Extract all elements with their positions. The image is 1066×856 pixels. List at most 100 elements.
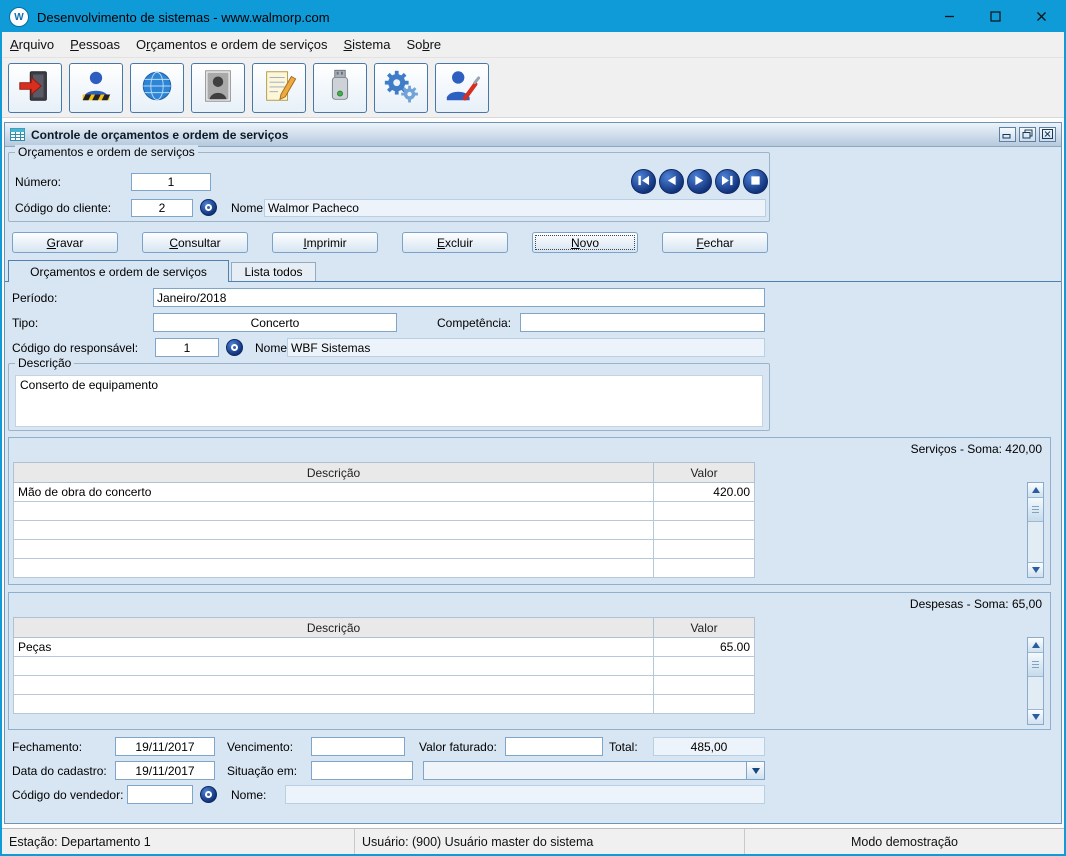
data-cadastro-input[interactable] bbox=[115, 761, 215, 780]
consultar-button[interactable]: Consultar bbox=[142, 232, 248, 253]
cliente-lookup-button[interactable] bbox=[200, 199, 217, 216]
nav-stop-button[interactable] bbox=[743, 169, 768, 194]
scroll-down-button[interactable] bbox=[1028, 562, 1043, 577]
menu-item-orcamentos[interactable]: Orçamentos e ordem de serviços bbox=[128, 32, 336, 57]
scroll-up-button[interactable] bbox=[1028, 483, 1043, 498]
chevron-down-icon bbox=[752, 768, 760, 774]
scroll-thumb[interactable] bbox=[1028, 653, 1043, 677]
servicos-row-empty[interactable] bbox=[14, 521, 755, 540]
despesas-scrollbar[interactable] bbox=[1027, 637, 1044, 725]
servicos-row-empty[interactable] bbox=[14, 502, 755, 521]
arrow-down-icon bbox=[1032, 567, 1040, 573]
nav-first-icon bbox=[632, 169, 655, 195]
minimize-icon bbox=[944, 10, 955, 25]
toolbar-exit-button[interactable] bbox=[8, 63, 62, 113]
scroll-down-button[interactable] bbox=[1028, 709, 1043, 724]
despesas-row[interactable]: Peças65.00 bbox=[14, 638, 755, 657]
gravar-button[interactable]: Gravar bbox=[12, 232, 118, 253]
servicos-scrollbar[interactable] bbox=[1027, 482, 1044, 578]
vendedor-codigo-input[interactable] bbox=[127, 785, 193, 804]
responsavel-nome-field bbox=[287, 338, 765, 357]
responsavel-codigo-input[interactable] bbox=[155, 338, 219, 357]
scroll-thumb[interactable] bbox=[1028, 498, 1043, 522]
cliente-nome-label: Nome: bbox=[231, 201, 266, 215]
maximize-button[interactable] bbox=[972, 2, 1018, 32]
orders-window-title: Controle de orçamentos e ordem de serviç… bbox=[31, 128, 288, 142]
iw-close-button[interactable] bbox=[1039, 127, 1056, 142]
cliente-codigo-input[interactable] bbox=[131, 199, 193, 217]
despesas-row-empty[interactable] bbox=[14, 657, 755, 676]
toolbar bbox=[2, 58, 1064, 118]
total-label: Total: bbox=[609, 740, 638, 754]
nav-previous-button[interactable] bbox=[659, 169, 684, 194]
arrow-up-icon bbox=[1032, 642, 1040, 648]
valor-faturado-input[interactable] bbox=[505, 737, 603, 756]
responsavel-lookup-button[interactable] bbox=[226, 339, 243, 356]
responsavel-label: Código do responsável: bbox=[12, 341, 138, 355]
situacao-combo-value[interactable] bbox=[424, 762, 746, 779]
iw-restore-icon bbox=[1022, 127, 1033, 142]
numero-label: Número: bbox=[15, 175, 61, 189]
tipo-input[interactable] bbox=[153, 313, 397, 332]
despesas-row-empty[interactable] bbox=[14, 695, 755, 714]
tabstrip: Orçamentos e ordem de serviços Lista tod… bbox=[5, 259, 1061, 282]
fechamento-input[interactable] bbox=[115, 737, 215, 756]
situacao-label: Situação em: bbox=[227, 764, 297, 778]
numero-input[interactable] bbox=[131, 173, 211, 191]
orders-window-titlebar: Controle de orçamentos e ordem de serviç… bbox=[5, 123, 1061, 147]
servicos-row[interactable]: Mão de obra do concerto420.00 bbox=[14, 483, 755, 502]
situacao-combobox[interactable] bbox=[423, 761, 765, 780]
nav-first-button[interactable] bbox=[631, 169, 656, 194]
menu-item-pessoas[interactable]: Pessoas bbox=[62, 32, 128, 57]
iw-minimize-button[interactable] bbox=[999, 127, 1016, 142]
periodo-input[interactable] bbox=[153, 288, 765, 307]
close-button[interactable] bbox=[1018, 2, 1064, 32]
situacao-dropdown-button[interactable] bbox=[746, 762, 764, 779]
descricao-textarea[interactable]: Conserto de equipamento bbox=[15, 375, 763, 427]
globe-icon bbox=[138, 67, 176, 108]
imprimir-button[interactable]: Imprimir bbox=[272, 232, 378, 253]
descricao-groupbox: Descrição Conserto de equipamento bbox=[8, 363, 770, 431]
toolbar-orders-button[interactable] bbox=[252, 63, 306, 113]
menu-item-sistema[interactable]: Sistema bbox=[335, 32, 398, 57]
toolbar-support-button[interactable] bbox=[435, 63, 489, 113]
window-controls bbox=[926, 2, 1064, 32]
servicos-table: Descrição Valor Mão de obra do concerto4… bbox=[13, 462, 755, 578]
iw-restore-button[interactable] bbox=[1019, 127, 1036, 142]
cliente-label: Código do cliente: bbox=[15, 201, 111, 215]
nav-last-button[interactable] bbox=[715, 169, 740, 194]
situacao-data-input[interactable] bbox=[311, 761, 413, 780]
despesas-row-empty[interactable] bbox=[14, 676, 755, 695]
toolbar-photo-button[interactable] bbox=[191, 63, 245, 113]
scroll-up-button[interactable] bbox=[1028, 638, 1043, 653]
nav-next-icon bbox=[688, 169, 711, 195]
toolbar-settings-button[interactable] bbox=[374, 63, 428, 113]
nav-next-button[interactable] bbox=[687, 169, 712, 194]
menu-item-sobre[interactable]: Sobre bbox=[398, 32, 449, 57]
worker-icon bbox=[77, 67, 115, 108]
descricao-legend: Descrição bbox=[15, 356, 74, 370]
fechar-button[interactable]: Fechar bbox=[662, 232, 768, 253]
servicos-row-empty[interactable] bbox=[14, 559, 755, 578]
titlebar: W Desenvolvimento de sistemas - www.walm… bbox=[2, 2, 1064, 32]
menu-item-arquivo[interactable]: Arquivo bbox=[2, 32, 62, 57]
toolbar-web-button[interactable] bbox=[130, 63, 184, 113]
competencia-input[interactable] bbox=[520, 313, 765, 332]
novo-button[interactable]: Novo bbox=[532, 232, 638, 253]
tab-lista-todos[interactable]: Lista todos bbox=[231, 262, 316, 281]
status-usuario: Usuário: (900) Usuário master do sistema bbox=[355, 829, 745, 854]
lookup-icon bbox=[205, 791, 212, 798]
minimize-button[interactable] bbox=[926, 2, 972, 32]
orders-window-controls bbox=[999, 127, 1056, 142]
excluir-button[interactable]: Excluir bbox=[402, 232, 508, 253]
vencimento-input[interactable] bbox=[311, 737, 405, 756]
servicos-panel: Serviços - Soma: 420,00 Descrição Valor … bbox=[8, 437, 1051, 585]
toolbar-backup-button[interactable] bbox=[313, 63, 367, 113]
despesas-col-valor: Valor bbox=[654, 618, 755, 638]
tipo-label: Tipo: bbox=[12, 316, 38, 330]
vendedor-lookup-button[interactable] bbox=[200, 786, 217, 803]
servicos-row-empty[interactable] bbox=[14, 540, 755, 559]
vendedor-label: Código do vendedor: bbox=[12, 788, 123, 802]
toolbar-people-button[interactable] bbox=[69, 63, 123, 113]
tab-orcamentos[interactable]: Orçamentos e ordem de serviços bbox=[8, 260, 229, 282]
